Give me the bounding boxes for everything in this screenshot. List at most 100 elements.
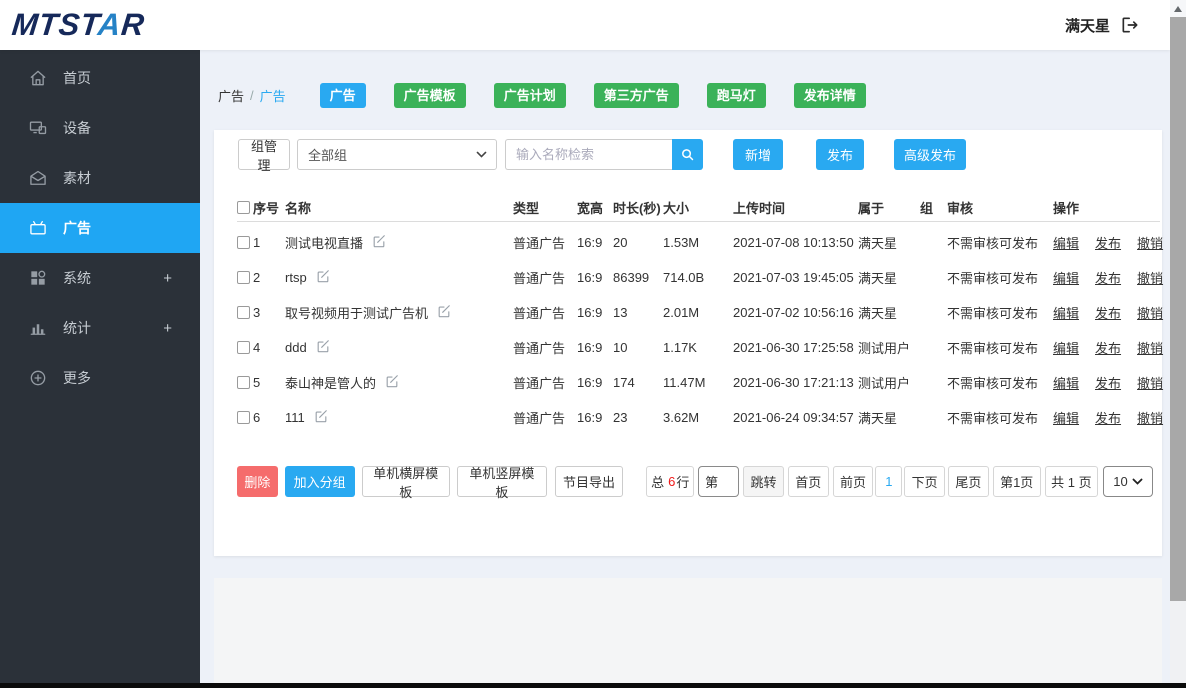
search-input[interactable] <box>505 139 672 170</box>
edit-name-icon[interactable] <box>316 269 330 286</box>
tab-ad-plan[interactable]: 广告计划 <box>494 83 566 108</box>
edit-name-icon[interactable] <box>372 234 386 251</box>
delete-button[interactable]: 删除 <box>237 466 278 497</box>
edit-name-icon[interactable] <box>437 304 451 321</box>
logo-text-right: R <box>120 7 147 42</box>
edit-link[interactable]: 编辑 <box>1053 373 1079 392</box>
col-name: 名称 <box>285 198 513 217</box>
row-checkbox[interactable] <box>237 376 250 389</box>
revoke-link[interactable]: 撤销 <box>1137 408 1163 427</box>
tab-marquee[interactable]: 跑马灯 <box>707 83 766 108</box>
row-owner: 满天星 <box>858 233 920 252</box>
landscape-template-button[interactable]: 单机横屏模板 <box>362 466 451 497</box>
revoke-link[interactable]: 撤销 <box>1137 233 1163 252</box>
edit-link[interactable]: 编辑 <box>1053 268 1079 287</box>
row-ratio: 16:9 <box>577 410 613 425</box>
sidebar-item-more[interactable]: 更多 <box>0 353 200 403</box>
publish-link[interactable]: 发布 <box>1095 338 1121 357</box>
current-page-number[interactable]: 1 <box>875 466 902 497</box>
row-index: 3 <box>253 305 285 320</box>
revoke-link[interactable]: 撤销 <box>1137 373 1163 392</box>
row-index: 5 <box>253 375 285 390</box>
row-checkbox[interactable] <box>237 411 250 424</box>
advanced-publish-button[interactable]: 高级发布 <box>894 139 966 170</box>
table-row: 1 测试电视直播 普通广告 16:9 20 1.53M 2021-07-08 1… <box>237 225 1160 260</box>
expand-plus-icon[interactable]: + <box>163 270 172 287</box>
row-audit: 不需审核可发布 <box>947 233 1053 252</box>
add-to-group-button[interactable]: 加入分组 <box>285 466 355 497</box>
row-size: 11.47M <box>663 375 733 390</box>
edit-name-icon[interactable] <box>314 409 328 426</box>
row-type: 普通广告 <box>513 233 577 252</box>
breadcrumb: 广告 / 广告 <box>218 86 286 105</box>
group-filter-value[interactable]: 全部组 <box>297 139 497 170</box>
publish-link[interactable]: 发布 <box>1095 303 1121 322</box>
row-checkbox[interactable] <box>237 306 250 319</box>
tab-publish-detail[interactable]: 发布详情 <box>794 83 866 108</box>
row-audit: 不需审核可发布 <box>947 303 1053 322</box>
logout-icon[interactable] <box>1120 15 1140 35</box>
portrait-template-button[interactable]: 单机竖屏模板 <box>457 466 547 497</box>
next-page-button[interactable]: 下页 <box>904 466 945 497</box>
page-jump-input[interactable] <box>698 466 739 497</box>
row-size: 714.0B <box>663 270 733 285</box>
add-button[interactable]: 新增 <box>733 139 783 170</box>
sidebar-item-device[interactable]: 设备 <box>0 103 200 153</box>
col-audit: 审核 <box>947 198 1053 217</box>
sidebar-item-stats[interactable]: 统计 + <box>0 303 200 353</box>
search-button[interactable] <box>672 139 703 170</box>
revoke-link[interactable]: 撤销 <box>1137 338 1163 357</box>
publish-link[interactable]: 发布 <box>1095 373 1121 392</box>
page-size-select[interactable]: 10 <box>1103 466 1153 497</box>
row-owner: 满天星 <box>858 408 920 427</box>
breadcrumb-current[interactable]: 广告 <box>260 86 286 105</box>
mtstar-logo: MTSTAR <box>10 7 147 43</box>
vertical-scrollbar[interactable] <box>1170 0 1186 688</box>
row-checkbox[interactable] <box>237 341 250 354</box>
system-icon <box>28 268 48 288</box>
last-page-button[interactable]: 尾页 <box>948 466 989 497</box>
search-group <box>505 139 703 170</box>
row-duration: 174 <box>613 375 663 390</box>
program-export-button[interactable]: 节目导出 <box>555 466 624 497</box>
sidebar-item-home[interactable]: 首页 <box>0 53 200 103</box>
revoke-link[interactable]: 撤销 <box>1137 303 1163 322</box>
edit-link[interactable]: 编辑 <box>1053 408 1079 427</box>
scrollbar-thumb[interactable] <box>1170 17 1186 601</box>
row-audit: 不需审核可发布 <box>947 268 1053 287</box>
publish-link[interactable]: 发布 <box>1095 408 1121 427</box>
group-manage-button[interactable]: 组管理 <box>238 139 290 170</box>
sidebar-item-system[interactable]: 系统 + <box>0 253 200 303</box>
breadcrumb-root[interactable]: 广告 <box>218 86 244 105</box>
edit-name-icon[interactable] <box>316 339 330 356</box>
prev-page-button[interactable]: 前页 <box>833 466 874 497</box>
publish-button[interactable]: 发布 <box>816 139 864 170</box>
revoke-link[interactable]: 撤销 <box>1137 268 1163 287</box>
row-checkbox[interactable] <box>237 271 250 284</box>
page-size-value[interactable]: 10 <box>1103 466 1153 497</box>
row-name: ddd <box>285 340 307 355</box>
row-ratio: 16:9 <box>577 270 613 285</box>
tab-ad-template[interactable]: 广告模板 <box>394 83 466 108</box>
tab-ad[interactable]: 广告 <box>320 83 366 108</box>
expand-plus-icon[interactable]: + <box>163 320 172 337</box>
edit-link[interactable]: 编辑 <box>1053 303 1079 322</box>
publish-link[interactable]: 发布 <box>1095 268 1121 287</box>
table-row: 6 111 普通广告 16:9 23 3.62M 2021-06-24 09:3… <box>237 400 1160 435</box>
edit-link[interactable]: 编辑 <box>1053 233 1079 252</box>
sidebar-item-material[interactable]: 素材 <box>0 153 200 203</box>
group-filter-select[interactable]: 全部组 <box>297 139 497 170</box>
publish-link[interactable]: 发布 <box>1095 233 1121 252</box>
tab-third-party-ad[interactable]: 第三方广告 <box>594 83 679 108</box>
select-all-checkbox[interactable] <box>237 201 250 214</box>
page-jump-button[interactable]: 跳转 <box>743 466 784 497</box>
row-checkbox[interactable] <box>237 236 250 249</box>
edit-name-icon[interactable] <box>385 374 399 391</box>
row-ratio: 16:9 <box>577 235 613 250</box>
sidebar: 首页 设备 素材 广告 系统 + 统计 + 更多 <box>0 50 200 683</box>
first-page-button[interactable]: 首页 <box>788 466 829 497</box>
edit-link[interactable]: 编辑 <box>1053 338 1079 357</box>
scrollbar-up-arrow-icon[interactable] <box>1170 0 1186 17</box>
row-uploaded: 2021-07-08 10:13:50 <box>733 235 858 250</box>
sidebar-item-ad[interactable]: 广告 <box>0 203 200 253</box>
